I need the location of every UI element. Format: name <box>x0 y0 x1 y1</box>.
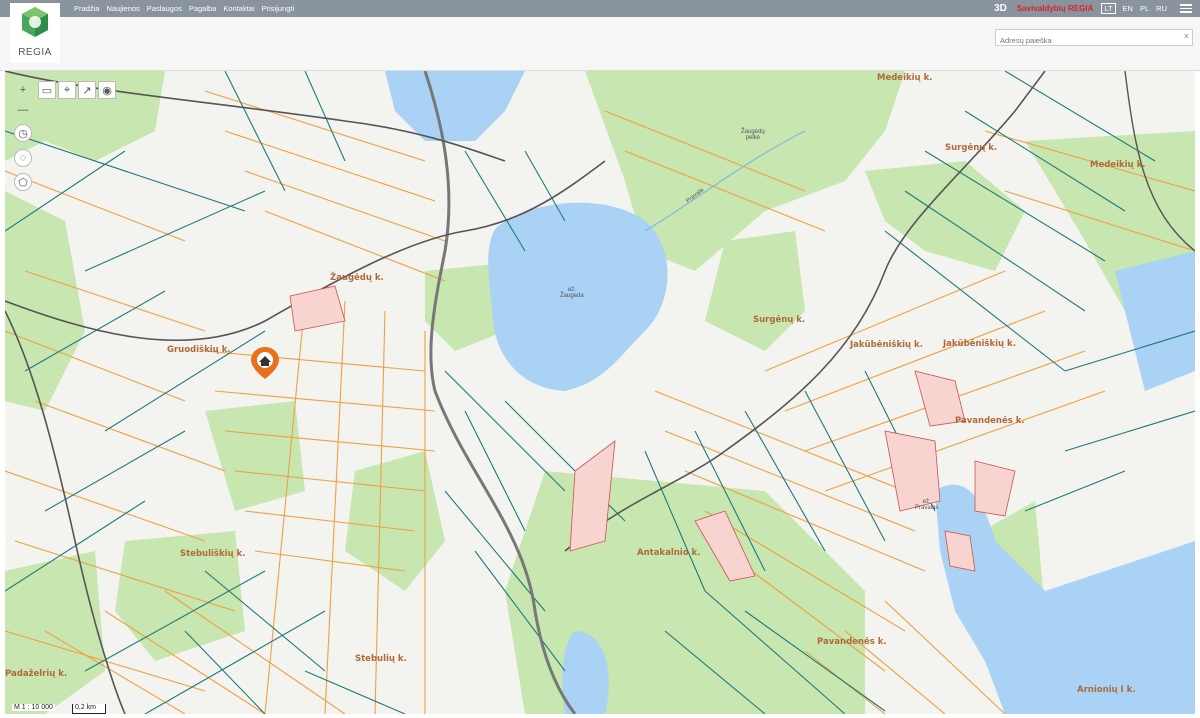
place-label-stebuliskiu: Stebuliškių k. <box>180 549 246 559</box>
map-canvas[interactable]: Žaugėdų k. Gruodiškių k. Stebuliškių k. … <box>5 71 1195 714</box>
place-label-jakubeniskiu-1: Jakūbėniškių k. <box>850 340 923 350</box>
nav-home[interactable]: Pradžia <box>74 4 99 13</box>
top-right-controls: 3D Savivaldybių REGIA LT EN PL RU <box>994 0 1200 17</box>
pin-icon: ⌖ <box>63 83 71 96</box>
regia-logo-icon <box>22 7 48 37</box>
plus-icon: + <box>19 84 27 96</box>
place-label-zaugedu: Žaugėdų k. <box>330 273 384 283</box>
pin-button[interactable]: ⌖ <box>58 81 76 99</box>
lang-en[interactable]: EN <box>1123 4 1133 13</box>
ruler-icon: ▭ <box>41 84 53 97</box>
place-label-medeikiu-2: Medeikių k. <box>1090 160 1146 170</box>
place-label-arnioniu: Arnionių I k. <box>1077 685 1136 695</box>
place-label-surgenu-1: Surgėnų k. <box>753 315 806 325</box>
place-label-jakubeniskiu-2: Jakūbėniškių k. <box>943 339 1016 349</box>
measure-button[interactable]: ▭ <box>38 81 56 99</box>
map-scale: M 1 : 10 000 <box>12 704 55 711</box>
place-label-medeikiu-1: Medeikių k. <box>877 73 933 83</box>
locate-button[interactable]: ◉ <box>98 81 116 99</box>
nav-news[interactable]: Naujienos <box>106 4 139 13</box>
bog-label: Žaugėdų pelkė <box>741 129 765 141</box>
lang-pl[interactable]: PL <box>1140 4 1149 13</box>
nav-login[interactable]: Prisijungti <box>262 4 295 13</box>
lang-lt[interactable]: LT <box>1101 3 1116 14</box>
view-3d-button[interactable]: 3D <box>994 3 1007 14</box>
address-search-input[interactable] <box>996 32 1174 49</box>
lake-label-pravalas: ež. Pravalas <box>915 499 939 511</box>
map-scalebar: 0,2 km <box>72 704 106 714</box>
place-label-gruodiskiu: Gruodiškių k. <box>167 345 231 355</box>
place-label-antakalnio: Antakalnio k. <box>637 548 701 558</box>
address-search[interactable]: × <box>995 29 1193 49</box>
zoom-out-button[interactable]: — <box>14 101 32 119</box>
hamburger-menu-icon[interactable] <box>1180 2 1192 15</box>
logo-text: REGIA <box>18 47 52 58</box>
minus-icon: — <box>17 104 29 116</box>
place-label-surgenu-2: Surgėnų k. <box>945 143 998 153</box>
map-svg <box>5 71 1195 714</box>
zoom-in-button[interactable]: + <box>14 81 32 99</box>
time-button[interactable]: ◷ <box>14 124 32 142</box>
top-bar: Pradžia Naujienos Paslaugos Pagalba Kont… <box>0 0 1200 17</box>
share-button[interactable]: ↗ <box>78 81 96 99</box>
share-icon: ↗ <box>82 84 92 97</box>
regia-logo[interactable]: REGIA <box>10 3 60 63</box>
nav-contacts[interactable]: Kontaktai <box>223 4 254 13</box>
main-nav: Pradžia Naujienos Paslaugos Pagalba Kont… <box>74 0 294 17</box>
brand-title: Savivaldybių REGIA <box>1016 4 1094 13</box>
nav-services[interactable]: Paslaugos <box>147 4 182 13</box>
place-label-stebuliu: Stebulių k. <box>355 654 407 664</box>
lang-ru[interactable]: RU <box>1156 4 1167 13</box>
nav-help[interactable]: Pagalba <box>189 4 217 13</box>
target-icon: ◉ <box>102 84 112 97</box>
lake-label-zaugeda: ež. Žaugeda <box>560 287 584 299</box>
place-label-pavandenes-2: Pavandenės k. <box>817 637 887 647</box>
place-label-padazeriu: Padaželrių k. <box>5 669 68 679</box>
clock-icon: ◷ <box>18 127 28 140</box>
place-label-pavandenes-1: Pavandenės k. <box>955 416 1025 426</box>
dashed-circle-icon: ◌ <box>19 152 27 164</box>
polygon-icon: ⬠ <box>18 176 28 189</box>
search-clear-icon[interactable]: × <box>1184 31 1189 41</box>
polygon-button[interactable]: ⬠ <box>14 173 32 191</box>
select-area-button[interactable]: ◌ <box>14 149 32 167</box>
